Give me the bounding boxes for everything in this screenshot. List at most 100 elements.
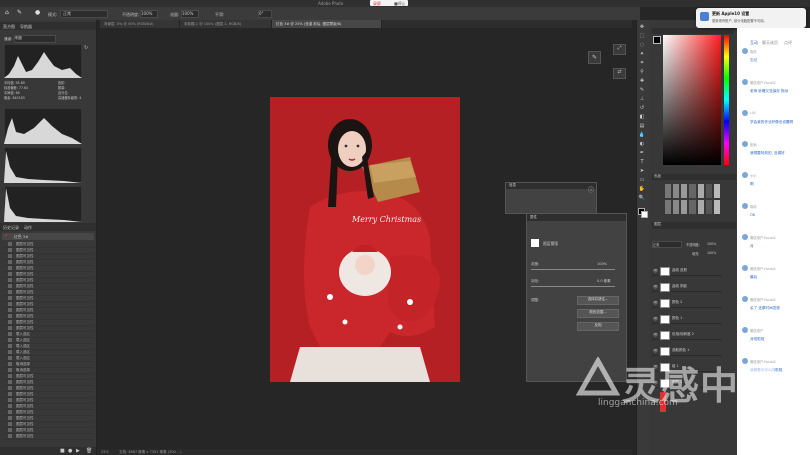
fill-value[interactable]: 100%: [707, 251, 716, 255]
background-color[interactable]: [641, 211, 648, 218]
channel-select[interactable]: 明度: [14, 35, 56, 43]
gradient-tool-icon[interactable]: ▤: [638, 123, 646, 129]
app-title: Adobe Photo: [318, 1, 344, 6]
pen-tool-side-icon[interactable]: ✒: [638, 150, 646, 156]
swatch[interactable]: [705, 200, 712, 214]
eraser-tool-icon[interactable]: ◧: [638, 114, 646, 120]
layer-row[interactable]: 👁 色相/饱和度 2: [652, 330, 722, 340]
layer-thumbnail: [660, 331, 670, 340]
tab-histogram[interactable]: 直方图: [3, 24, 15, 30]
swatch[interactable]: [713, 200, 720, 214]
tab-navigator[interactable]: 导航器: [20, 24, 32, 30]
action-icon: [8, 320, 12, 324]
swatch[interactable]: [673, 200, 680, 214]
brush-tool-side-icon[interactable]: ✎: [638, 87, 646, 93]
eye-icon[interactable]: 👁: [653, 332, 658, 337]
swatch[interactable]: [665, 184, 672, 198]
crop-tool-icon[interactable]: ⌗: [638, 60, 646, 66]
tab-history[interactable]: 历史记录: [3, 225, 19, 231]
trash-icon[interactable]: 🗑: [86, 448, 92, 454]
mode-label: 模式:: [48, 12, 58, 17]
tab-interact[interactable]: 互动: [750, 40, 758, 46]
layer-row[interactable]: 👁 颜色 1: [652, 314, 722, 324]
healing-tool-icon[interactable]: ✚: [638, 78, 646, 84]
eye-icon[interactable]: 👁: [653, 284, 658, 289]
play-icon[interactable]: ▶: [76, 448, 80, 454]
tab-members[interactable]: 聊天成员: [762, 40, 778, 46]
angle-field[interactable]: 0°: [258, 10, 272, 18]
color-picker-field[interactable]: [663, 35, 721, 165]
actions-folder[interactable]: ✔ 红色 3#: [2, 233, 94, 240]
magic-wand-icon[interactable]: ✦: [638, 51, 646, 57]
refresh-icon[interactable]: ↻: [84, 45, 88, 51]
layer-row[interactable]: 👁 曲线 皮肤: [652, 266, 722, 276]
blend-mode-select[interactable]: 正常: [652, 241, 682, 248]
swap-icon[interactable]: ⇄: [613, 68, 626, 79]
hue-slider[interactable]: [724, 35, 729, 165]
swatches-grid[interactable]: [665, 184, 720, 214]
brush-tool-icon[interactable]: ✎: [17, 9, 22, 16]
swatch[interactable]: [705, 184, 712, 198]
blur-tool-icon[interactable]: 💧: [638, 132, 646, 138]
action-item[interactable]: 图层可见性: [4, 433, 94, 440]
layer-opacity-value[interactable]: 100%: [707, 242, 716, 246]
swatch[interactable]: [697, 200, 704, 214]
mode-select[interactable]: 正常: [60, 10, 108, 18]
eye-icon[interactable]: 👁: [653, 300, 658, 305]
tab-comments[interactable]: 点评: [784, 40, 792, 46]
record-icon[interactable]: ●: [68, 448, 72, 454]
pen-tool-icon[interactable]: ✎: [588, 51, 601, 64]
action-icon: [8, 380, 12, 384]
hand-tool-icon[interactable]: ✋: [638, 186, 646, 192]
history-brush-icon[interactable]: ↺: [638, 105, 646, 111]
swatch[interactable]: [665, 200, 672, 214]
arrows-icon[interactable]: ⤢: [613, 44, 626, 55]
layer-row[interactable]: 👁 曲线 阴影: [652, 282, 722, 292]
color-fg-swatch[interactable]: [653, 36, 661, 44]
eye-icon[interactable]: 👁: [653, 316, 658, 321]
swatch[interactable]: [689, 184, 696, 198]
tab-actions[interactable]: 动作: [24, 225, 32, 231]
tab-document-active[interactable]: 红色 3# @ 25% (圣诞 前后, 图层蒙版/8): [272, 20, 382, 28]
marquee-tool-icon[interactable]: ⬚: [638, 33, 646, 39]
swatch[interactable]: [689, 200, 696, 214]
invert-button[interactable]: 反相: [577, 322, 619, 331]
feather-value[interactable]: 0.0 像素: [597, 279, 611, 284]
swatch[interactable]: [697, 184, 704, 198]
info-icon[interactable]: ⓘ: [588, 185, 594, 194]
photo-image[interactable]: Merry Christmas: [270, 97, 460, 382]
opacity-field[interactable]: 100%: [140, 10, 158, 18]
action-icon: [8, 302, 12, 306]
tab-document-1[interactable]: 背景层, 0% @ 50% (RGB/8#): [100, 20, 180, 28]
layer-row[interactable]: 👁 颜色 2: [652, 298, 722, 308]
dodge-tool-icon[interactable]: ◐: [638, 141, 646, 147]
action-icon: [8, 266, 12, 270]
density-value[interactable]: 100%: [597, 262, 607, 266]
swatch[interactable]: [713, 184, 720, 198]
path-select-icon[interactable]: ➤: [638, 168, 646, 174]
feather-slider[interactable]: [531, 286, 615, 287]
eye-icon[interactable]: 👁: [653, 348, 658, 353]
brush-size-icon[interactable]: ●: [35, 9, 40, 16]
eye-icon[interactable]: 👁: [653, 268, 658, 273]
system-notification[interactable]: 更新 Apple10 设置 更新现有账户, 部分电脑配置不可用。: [696, 8, 806, 28]
stamp-tool-icon[interactable]: ⊥: [638, 96, 646, 102]
flow-field[interactable]: 100%: [181, 10, 199, 18]
tab-document-2[interactable]: 未标题-1 @ 100% (图层 1, RGB/8): [180, 20, 272, 28]
stop-icon[interactable]: ■: [60, 448, 65, 454]
select-and-mask-button[interactable]: 选择并遮住...: [577, 296, 619, 305]
color-range-button[interactable]: 颜色范围...: [577, 309, 619, 318]
shape-tool-icon[interactable]: ▭: [638, 177, 646, 183]
check-icon[interactable]: ✔: [4, 233, 8, 239]
move-tool-icon[interactable]: ✥: [638, 24, 646, 30]
type-tool-icon[interactable]: T: [638, 159, 646, 165]
zoom-level[interactable]: 25%: [101, 450, 109, 454]
lasso-tool-icon[interactable]: ◌: [638, 42, 646, 48]
home-icon[interactable]: ⌂: [5, 9, 9, 16]
density-slider[interactable]: [531, 269, 615, 270]
eyedropper-tool-icon[interactable]: ⚲: [638, 69, 646, 75]
zoom-tool-icon[interactable]: 🔍: [638, 195, 646, 201]
swatch[interactable]: [673, 184, 680, 198]
swatch[interactable]: [681, 200, 688, 214]
swatch[interactable]: [681, 184, 688, 198]
